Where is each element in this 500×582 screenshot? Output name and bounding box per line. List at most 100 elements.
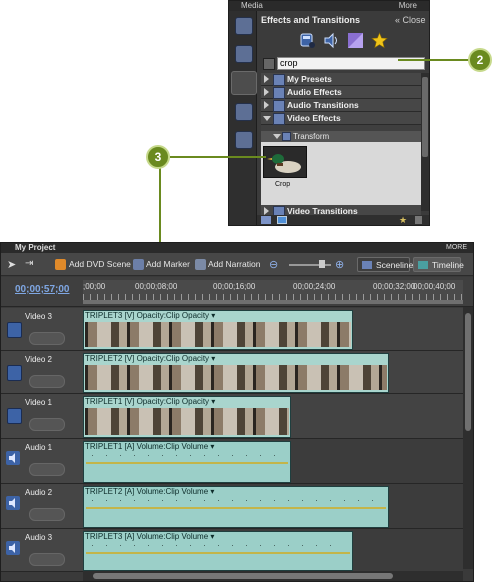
track-name: Video 3 [25, 312, 52, 321]
callout-step-2: 2 [468, 48, 492, 72]
time-stretch-tool-icon[interactable]: ⇥ [25, 258, 33, 269]
track-header-video-2[interactable]: Video 2 [1, 351, 83, 394]
clip-thumbnails [85, 365, 387, 390]
add-dvd-scene-button[interactable]: Add DVD Scene [69, 257, 131, 271]
clip-triplet1-video[interactable]: TRIPLET1 [V] Opacity:Clip Opacity ▾ [83, 396, 291, 438]
themes-icon[interactable] [235, 103, 253, 121]
media-more-menu[interactable]: More [399, 1, 417, 11]
callout-2-leader-line [398, 59, 470, 61]
ruler-label: 00;00;32;00 [373, 282, 416, 291]
subcategory-label: Transform [293, 132, 330, 141]
category-audio-effects[interactable]: Audio Effects [261, 86, 421, 99]
track-controls[interactable] [29, 418, 65, 431]
track-controls[interactable] [29, 332, 65, 345]
audio-waveform [92, 500, 380, 501]
video-track-icon [7, 322, 22, 338]
zoom-slider-thumb[interactable] [319, 260, 325, 268]
scrollbar-thumb[interactable] [422, 77, 428, 157]
category-label: Video Effects [287, 113, 341, 123]
media-tab-label[interactable]: Media [241, 1, 263, 11]
folder-icon [282, 132, 291, 141]
volume-line[interactable] [86, 552, 350, 554]
clip-triplet3-video[interactable]: TRIPLET3 [V] Opacity:Clip Opacity ▾ [83, 310, 353, 350]
effects-close-button[interactable]: « Close [395, 15, 426, 25]
favorites-star-icon[interactable] [371, 32, 388, 49]
track-controls[interactable] [29, 375, 65, 388]
selection-tool-icon[interactable]: ➤ [7, 258, 16, 271]
audio-waveform [92, 545, 344, 546]
thumbnail-view-icon[interactable] [277, 216, 287, 224]
ruler-label: 00;00;16;00 [213, 282, 256, 291]
video-folder-icon [273, 113, 285, 125]
track-controls[interactable] [29, 463, 65, 476]
project-toolbar: ➤ ⇥ Add DVD Scene Add Marker Add Narrati… [1, 253, 473, 276]
add-marker-button[interactable]: Add Marker [146, 257, 190, 271]
audio-effects-filter-icon[interactable] [323, 32, 340, 49]
sceneline-button[interactable]: Sceneline [357, 257, 413, 272]
project-more-menu[interactable]: MORE [446, 243, 467, 253]
effects-scrollbar[interactable] [421, 73, 429, 211]
scrollbar-thumb[interactable] [93, 573, 393, 579]
timeline-horizontal-scrollbar[interactable] [83, 571, 463, 581]
clip-label: TRIPLET3 [V] Opacity:Clip Opacity ▾ [85, 311, 216, 320]
audio-folder-icon [273, 100, 285, 112]
volume-line[interactable] [86, 462, 288, 464]
volume-line[interactable] [86, 507, 386, 509]
track-name: Audio 2 [25, 488, 53, 497]
timeline-button[interactable]: Timeline [413, 257, 464, 272]
audio-folder-icon [273, 87, 285, 99]
track-header-audio-3[interactable]: Audio 3 [1, 529, 83, 572]
media-audio-video-icon[interactable] [235, 45, 253, 63]
ruler-label: 00;00;08;00 [135, 282, 178, 291]
track-controls[interactable] [29, 508, 65, 521]
media-panel-header: Media More [229, 1, 429, 11]
category-label: My Presets [287, 74, 332, 84]
category-audio-transitions[interactable]: Audio Transitions [261, 99, 421, 112]
timeline-vertical-scrollbar[interactable] [463, 307, 473, 569]
transitions-filter-icon[interactable] [347, 32, 364, 49]
effects-transitions-title: Effects and Transitions [261, 15, 361, 25]
clip-thumbnails [85, 408, 289, 435]
close-label: Close [402, 15, 426, 25]
category-my-presets[interactable]: My Presets [261, 73, 421, 86]
favorite-star-icon[interactable]: ★ [399, 215, 407, 226]
clip-label: TRIPLET3 [A] Volume:Clip Volume ▾ [85, 532, 215, 541]
work-area-bar[interactable] [83, 300, 463, 304]
ruler-label: 00;00;40;00 [413, 282, 456, 291]
sceneline-icon [362, 261, 372, 269]
film-reel-icon[interactable] [235, 17, 253, 35]
zoom-out-icon[interactable]: ⊖ [269, 258, 278, 271]
current-timecode[interactable]: 00;00;57;00 [15, 284, 69, 295]
track-name: Audio 3 [25, 533, 53, 542]
clip-triplet2-audio[interactable]: TRIPLET2 [A] Volume:Clip Volume ▾ [83, 486, 389, 528]
clip-triplet2-video[interactable]: TRIPLET2 [V] Opacity:Clip Opacity ▾ [83, 353, 389, 393]
category-video-effects[interactable]: Video Effects [261, 112, 421, 125]
track-controls[interactable] [29, 553, 65, 566]
add-narration-button[interactable]: Add Narration [208, 257, 260, 271]
track-header-audio-1[interactable]: Audio 1 [1, 439, 83, 484]
effects-panel-icon[interactable] [231, 71, 257, 95]
timeline-label: Timeline [432, 260, 464, 270]
trash-icon[interactable] [415, 216, 422, 224]
speaker-icon [6, 451, 20, 465]
crop-effect-thumbnail[interactable] [263, 146, 307, 178]
list-view-icon[interactable] [261, 216, 271, 224]
time-ruler-bar: 00;00;57;00 ;00;00 00;00;08;00 00;00;16;… [1, 277, 473, 307]
video-effects-filter-icon[interactable] [299, 32, 316, 49]
track-header-video-3[interactable]: Video 3 [1, 308, 83, 351]
subcategory-transform[interactable]: Transform [261, 131, 421, 142]
clip-triplet1-audio[interactable]: TRIPLET1 [A] Volume:Clip Volume ▾ [83, 441, 291, 483]
track-header-audio-2[interactable]: Audio 2 [1, 484, 83, 529]
zoom-in-icon[interactable]: ⊕ [335, 258, 344, 271]
track-header-video-1[interactable]: Video 1 [1, 394, 83, 439]
track-name: Video 1 [25, 398, 52, 407]
scrollbar-thumb[interactable] [465, 313, 471, 431]
time-ruler[interactable]: ;00;00 00;00;08;00 00;00;16;00 00;00;24;… [83, 280, 463, 304]
clip-label: TRIPLET1 [A] Volume:Clip Volume ▾ [85, 442, 215, 451]
clip-triplet3-audio[interactable]: TRIPLET3 [A] Volume:Clip Volume ▾ [83, 531, 353, 571]
effect-items-area: Crop [261, 142, 421, 208]
media-panel-footer: ★ [257, 215, 429, 225]
titles-icon[interactable] [235, 131, 253, 149]
lane-audio-2: TRIPLET2 [A] Volume:Clip Volume ▾ [83, 484, 463, 529]
speaker-icon [6, 541, 20, 555]
